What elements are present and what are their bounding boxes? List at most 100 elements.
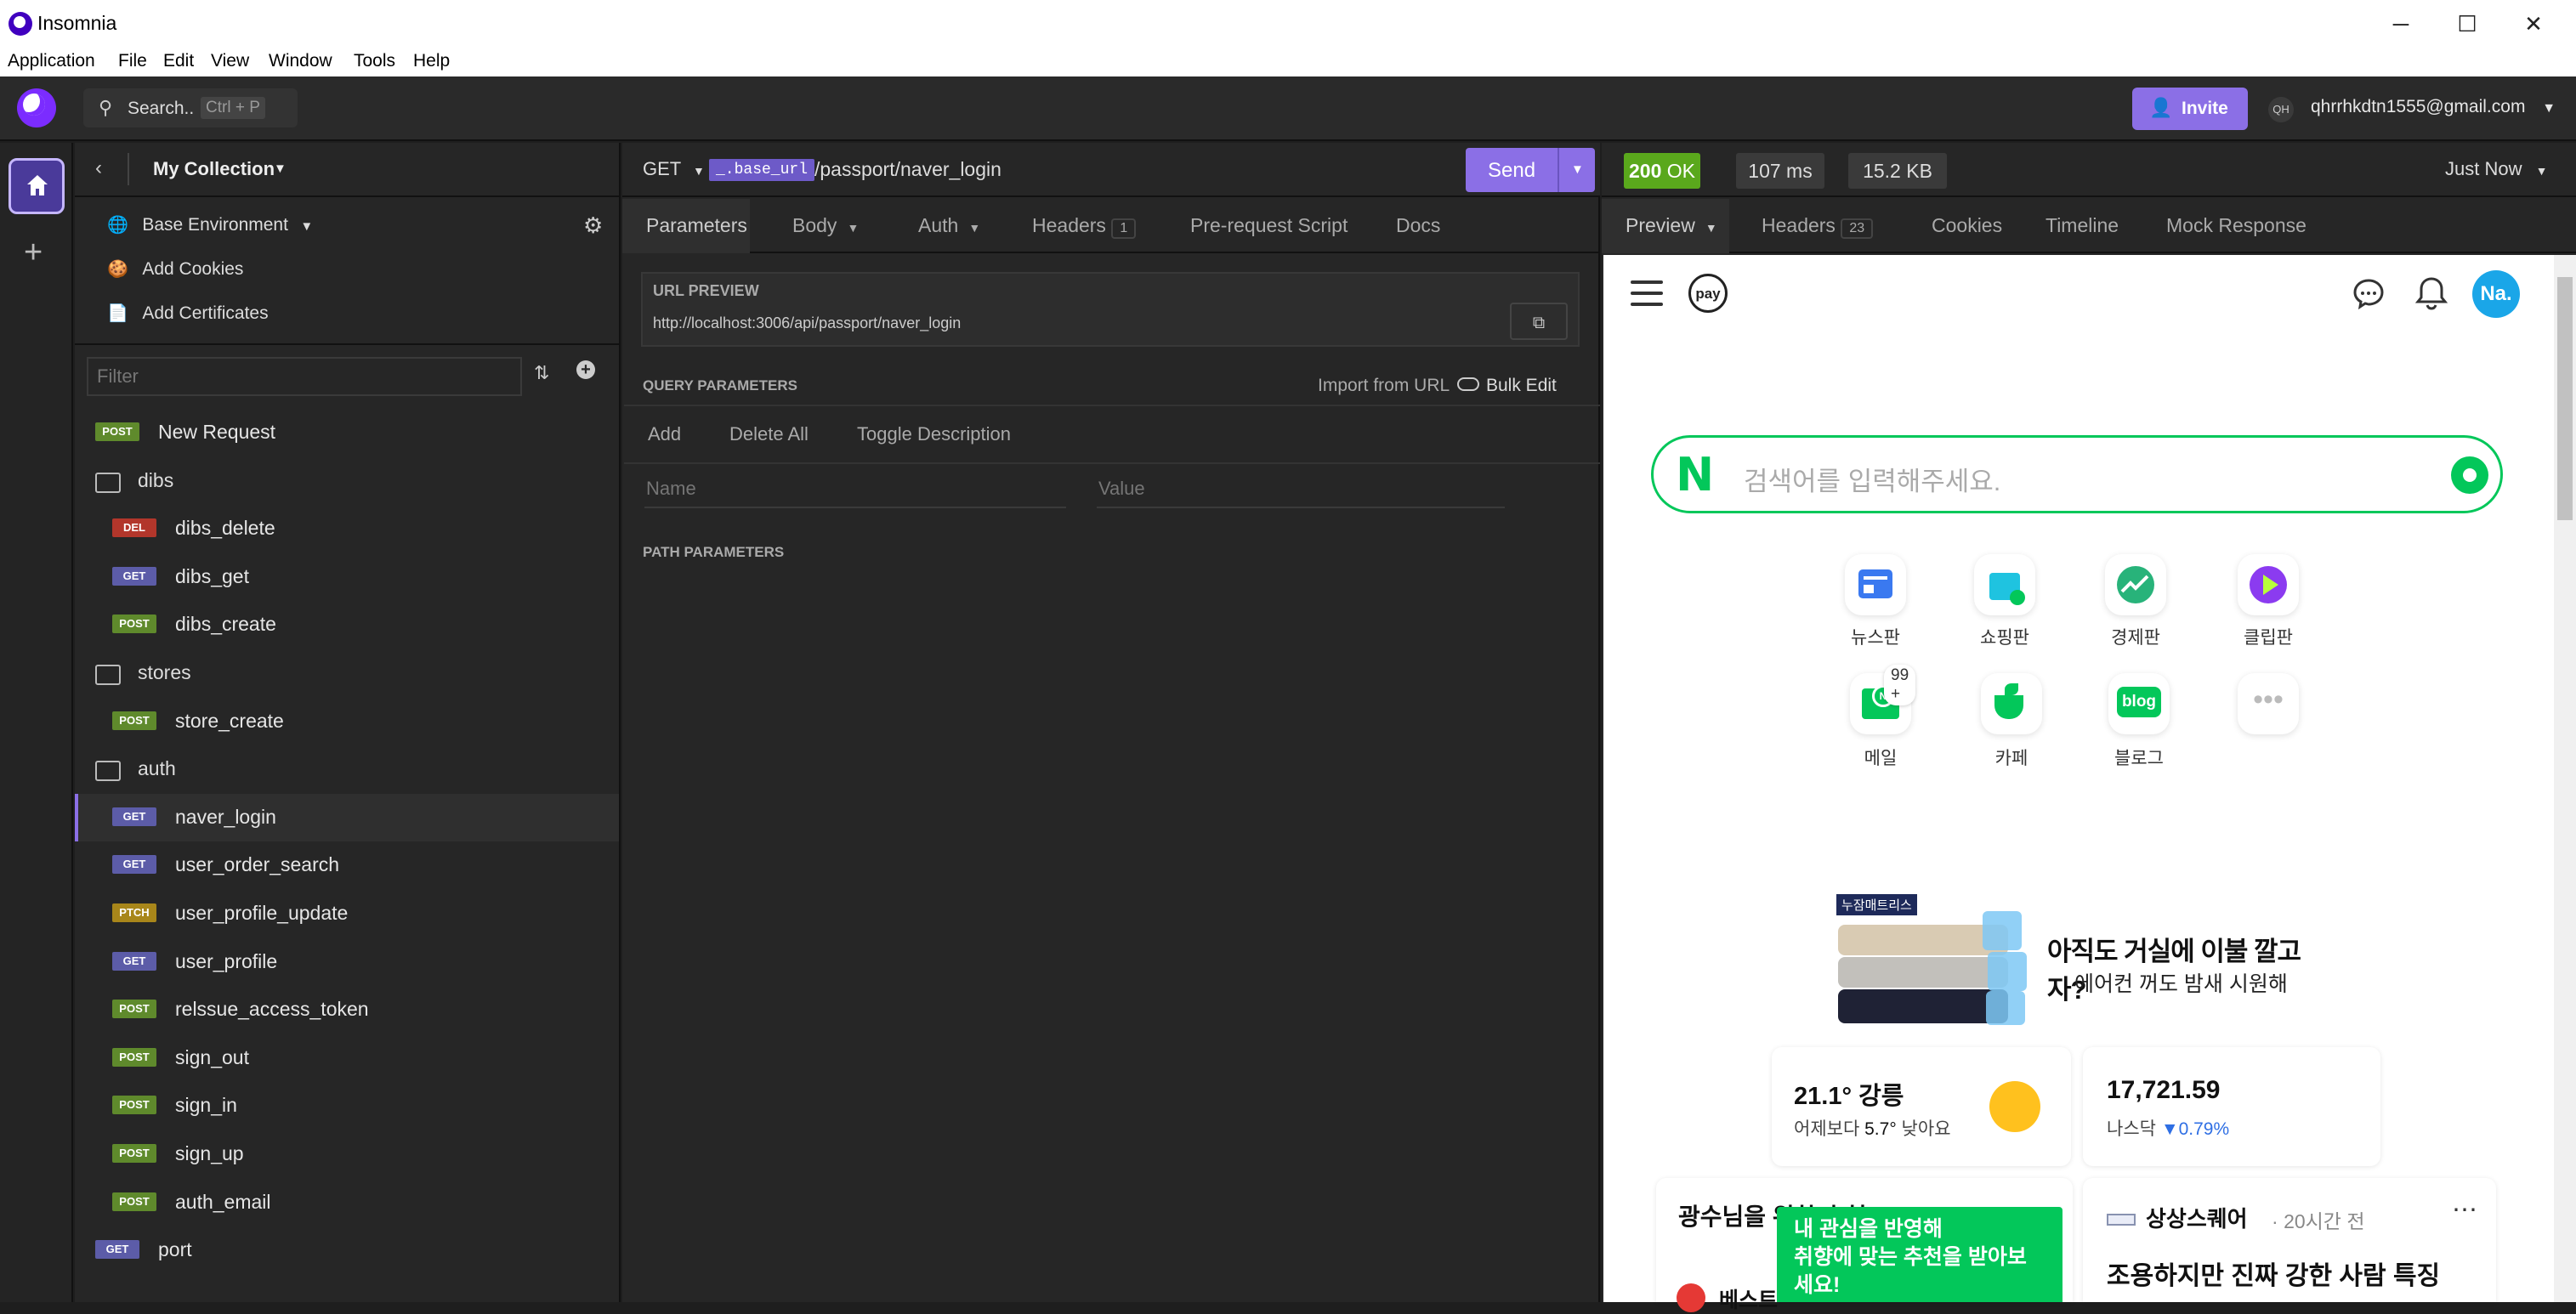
sidebar-request[interactable]: GET user_order_search xyxy=(75,841,619,889)
weather-temp: 21.1° xyxy=(1794,1083,1853,1110)
sidebar-request[interactable]: POST auth_email xyxy=(75,1179,619,1226)
chevron-down-icon: ▼ xyxy=(2535,164,2548,178)
talk-icon[interactable] xyxy=(2350,275,2387,313)
tab-parameters[interactable]: Parameters xyxy=(646,214,747,237)
method-badge: POST xyxy=(112,711,156,730)
environment-selector[interactable]: 🌐 Base Environment ▼ xyxy=(107,214,313,235)
weather-detail: 어제보다 5.7° 낮아요 xyxy=(1794,1115,1951,1141)
bulk-edit-button[interactable]: Bulk Edit xyxy=(1486,376,1557,396)
weather-card[interactable]: 21.1° 강릉 어제보다 5.7° 낮아요 xyxy=(1772,1047,2071,1166)
home-button[interactable] xyxy=(9,158,65,214)
param-name-input[interactable] xyxy=(644,471,1066,508)
bell-icon[interactable] xyxy=(2413,274,2450,313)
menu-window[interactable]: Window xyxy=(269,51,332,71)
tab-headers[interactable]: Headers 1 xyxy=(1032,214,1137,239)
sidebar-request[interactable]: GET dibs_get xyxy=(75,553,619,601)
account-menu[interactable]: qhrrhkdtn1555@gmail.com ▼ xyxy=(2311,97,2556,117)
sidebar-request[interactable]: POST dibs_create xyxy=(75,601,619,649)
tab-auth[interactable]: Auth ▼ xyxy=(918,214,980,237)
back-icon[interactable]: ‹ xyxy=(95,156,102,180)
sidebar-folder[interactable]: stores xyxy=(75,649,619,697)
avatar[interactable]: QH xyxy=(2268,97,2294,122)
maximize-icon[interactable]: ☐ xyxy=(2442,7,2493,41)
toggle-description-button[interactable]: Toggle Description xyxy=(857,423,1011,445)
response-size: 15.2 KB xyxy=(1848,153,1947,189)
naver-search-box[interactable]: N 검색어를 입력해주세요. xyxy=(1651,435,2503,513)
sidebar-request[interactable]: POST store_create xyxy=(75,698,619,745)
recommend-tooltip[interactable]: 내 관심을 반영해 취향에 맞는 추천을 받아보 세요! xyxy=(1777,1207,2063,1302)
preview-scrollbar[interactable] xyxy=(2554,255,2576,1302)
green-dot-icon[interactable] xyxy=(2451,456,2488,494)
menu-help[interactable]: Help xyxy=(413,51,450,71)
sidebar-request[interactable]: POST sign_in xyxy=(75,1082,619,1130)
naver-pay-icon[interactable]: pay xyxy=(1688,274,1728,313)
invite-button[interactable]: 👤 Invite xyxy=(2132,88,2248,130)
request-tabs: Parameters Body ▼ Auth ▼ Headers 1 Pre-req… xyxy=(622,199,1600,253)
sidebar-folder[interactable]: dibs xyxy=(75,457,619,505)
close-icon[interactable]: ✕ xyxy=(2508,7,2559,41)
sidebar-folder[interactable]: auth xyxy=(75,745,619,793)
search-button[interactable]: ⚲ Search.. Ctrl + P xyxy=(83,88,298,127)
menu-view[interactable]: View xyxy=(211,51,249,71)
menu-file[interactable]: File xyxy=(118,51,147,71)
more-options-icon[interactable]: ⋯ xyxy=(2452,1195,2477,1225)
stock-name: 나스닥 xyxy=(2107,1119,2156,1139)
add-user-icon: 👤 xyxy=(2149,97,2173,118)
add-param-button[interactable]: Add xyxy=(648,423,681,445)
hamburger-menu-icon[interactable] xyxy=(1631,280,1663,308)
tab-mock-response[interactable]: Mock Response xyxy=(2166,214,2306,237)
send-button[interactable]: Send ▼ xyxy=(1466,148,1595,192)
tab-response-headers[interactable]: Headers 23 xyxy=(1762,214,1874,239)
sidebar-request[interactable]: POST sign_up xyxy=(75,1130,619,1178)
collection-name[interactable]: My Collection xyxy=(153,158,275,180)
sort-icon[interactable]: ⇅ xyxy=(534,362,549,384)
profile-avatar[interactable]: Na. xyxy=(2472,270,2520,318)
sidebar-request[interactable]: GET user_profile xyxy=(75,938,619,986)
content-card[interactable]: 상상스퀘어 · 20시간 전 ⋯ 조용하지만 진짜 강한 사람 특징 xyxy=(2083,1178,2496,1302)
tab-body[interactable]: Body ▼ xyxy=(792,214,859,237)
tab-preview[interactable]: Preview ▼ xyxy=(1626,214,1717,237)
sidebar-request[interactable]: POST sign_out xyxy=(75,1034,619,1082)
cookie-icon: 🍪 xyxy=(107,260,128,279)
toggle-icon[interactable] xyxy=(1457,377,1479,391)
tab-cookies[interactable]: Cookies xyxy=(1932,214,2002,237)
sidebar-request[interactable]: DEL dibs_delete xyxy=(75,505,619,552)
sidebar-request[interactable]: GET naver_login xyxy=(75,794,619,841)
method-select[interactable]: GET ▼ xyxy=(643,158,705,180)
scrollbar-thumb[interactable] xyxy=(2557,277,2573,520)
url-path[interactable]: /passport/naver_login xyxy=(814,158,1001,181)
request-label: dibs_get xyxy=(175,565,249,587)
add-project-icon[interactable]: + xyxy=(24,235,43,271)
add-item-icon[interactable]: + xyxy=(576,360,595,379)
ad-banner[interactable]: 누잠매트리스 아직도 거실에 이불 깔고 자? 에어컨 꺼도 밤새 시원해 xyxy=(1836,891,2312,1027)
divider xyxy=(128,153,129,185)
gear-icon[interactable]: ⚙ xyxy=(583,212,603,239)
sidebar-request[interactable]: POST New Request xyxy=(75,409,619,456)
delete-all-button[interactable]: Delete All xyxy=(729,423,809,445)
add-certificates-button[interactable]: 📄 Add Certificates xyxy=(107,303,269,324)
url-preview: URL PREVIEW http://localhost:3006/api/pa… xyxy=(641,272,1580,347)
menu-application[interactable]: Application xyxy=(8,51,95,71)
status-code: 200 xyxy=(1629,160,1662,182)
menu-edit[interactable]: Edit xyxy=(163,51,194,71)
insomnia-logo[interactable] xyxy=(17,88,56,127)
response-history-select[interactable]: Just Now ▼ xyxy=(2445,158,2547,180)
stock-card[interactable]: 17,721.59 나스닥 ▼0.79% xyxy=(2083,1047,2380,1166)
sidebar-request[interactable]: PTCH user_profile_update xyxy=(75,890,619,937)
tab-pre-request-script[interactable]: Pre-request Script xyxy=(1190,214,1348,237)
method-label: GET xyxy=(643,158,681,179)
tab-docs[interactable]: Docs xyxy=(1396,214,1440,237)
add-cookies-button[interactable]: 🍪 Add Cookies xyxy=(107,258,243,280)
menu-tools[interactable]: Tools xyxy=(354,51,395,71)
base-url-tag[interactable]: _.base_url xyxy=(709,159,815,181)
minimize-icon[interactable]: ─ xyxy=(2375,7,2426,41)
copy-icon[interactable]: ⧉ xyxy=(1510,303,1568,340)
tab-timeline[interactable]: Timeline xyxy=(2045,214,2119,237)
sidebar-request[interactable]: GET port xyxy=(75,1226,619,1274)
param-value-input[interactable] xyxy=(1097,471,1505,508)
sidebar-request[interactable]: POST relssue_access_token xyxy=(75,986,619,1034)
shortcut-label: 쇼핑판 xyxy=(1980,628,2029,648)
import-from-url-button[interactable]: Import from URL xyxy=(1318,376,1450,396)
chevron-down-icon[interactable]: ▼ xyxy=(1571,162,1584,177)
filter-input[interactable] xyxy=(87,357,522,396)
